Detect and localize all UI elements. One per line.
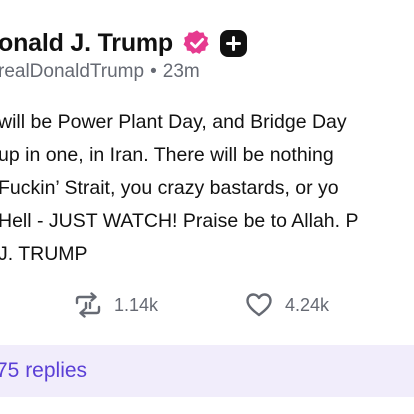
post-body-line: Fuckin’ Strait, you crazy bastards, or y… [0,177,339,199]
like-button[interactable]: 4.24k [245,288,329,322]
handle-row: realDonaldTrump • 23m [0,58,200,86]
post-body-line: up in one, in Iran. There will be nothin… [0,144,334,166]
post-body-line: J. TRUMP [0,243,88,265]
post-body: will be Power Plant Day, and Bridge Day … [0,106,414,271]
plus-icon [226,35,241,51]
post-body-line: Hell - JUST WATCH! Praise be to Allah. P [0,210,359,232]
repost-button[interactable]: 1.14k [74,288,158,322]
author-row: onald J. Trump [0,26,247,60]
handle-separator: • [150,61,157,82]
replies-link[interactable]: 75 replies [0,345,414,397]
like-count: 4.24k [285,294,330,315]
post-body-line: will be Power Plant Day, and Bridge Day [0,111,347,133]
repost-icon [75,292,101,318]
author-name[interactable]: onald J. Trump [0,29,173,58]
post-timestamp[interactable]: 23m [163,61,200,83]
verified-badge-icon [183,29,211,57]
repost-count: 1.14k [114,294,159,315]
replies-count-label[interactable]: 75 replies [0,359,87,383]
author-handle[interactable]: realDonaldTrump [0,61,144,83]
follow-button[interactable] [220,29,247,57]
post-actions: 1.14k 4.24k [0,288,414,322]
heart-icon [246,293,272,317]
